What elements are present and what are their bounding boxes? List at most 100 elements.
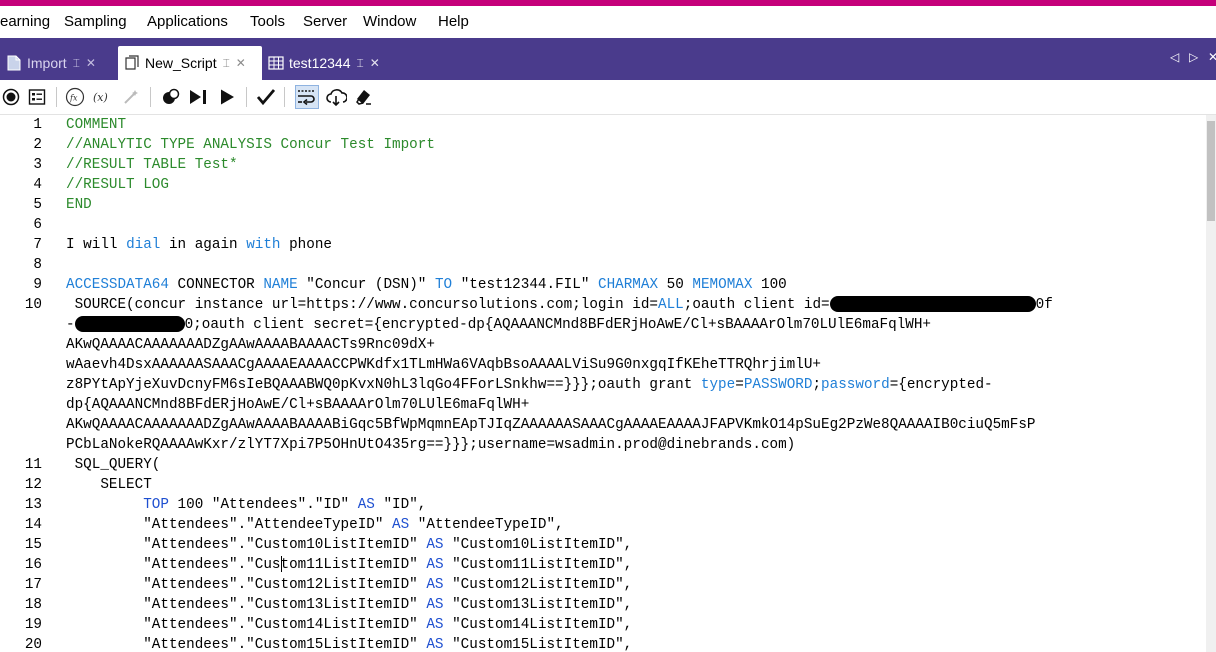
pin-icon[interactable]: ⌶ <box>357 56 364 71</box>
code-line[interactable]: 2 //ANALYTIC TYPE ANALYSIS Concur Test Im… <box>0 135 1206 155</box>
code-token: "Concur (DSN)" <box>297 277 435 293</box>
record-icon[interactable] <box>0 86 22 108</box>
script-editor[interactable]: 1 COMMENT 2 //ANALYTIC TYPE ANALYSIS Concur… <box>0 115 1206 652</box>
code-token: in again <box>160 237 247 253</box>
code-line[interactable]: 11 SQL_QUERY( <box>0 455 1206 475</box>
code-line[interactable]: z8PYtApYjeXuvDcnyFM6sIeBQAAABWQ0pKvxN0hL… <box>0 375 1206 395</box>
variable-icon[interactable]: (x) <box>92 86 114 108</box>
tab-close-all-icon[interactable]: ✕ <box>1208 50 1216 64</box>
code-token: ACCESSDATA64 <box>66 277 169 293</box>
line-number: 1 <box>33 117 42 133</box>
code-line[interactable]: 18 "Attendees"."Custom13ListItemID" AS "… <box>0 595 1206 615</box>
menu-item-server[interactable]: Server <box>303 13 347 30</box>
code-line[interactable]: 13 TOP 100 "Attendees"."ID" AS "ID", <box>0 495 1206 515</box>
code-token: "Custom15ListItemID", <box>443 637 633 652</box>
tab-test12344[interactable]: test12344 ⌶ ✕ <box>268 46 398 80</box>
code-line[interactable]: 19 "Attendees"."Custom14ListItemID" AS "… <box>0 615 1206 635</box>
code-token: PASSWORD <box>743 377 813 393</box>
step-run-icon[interactable] <box>188 86 210 108</box>
code-token: AS <box>426 617 444 633</box>
code-line[interactable]: AKwQAAAACAAAAAAADZgAAwAAAABAAAABiGqc5BfW… <box>0 415 1206 435</box>
code-token: "Attendees"."Custom10ListItemID" <box>66 537 427 553</box>
cloud-sync-icon[interactable] <box>325 86 347 108</box>
code-line[interactable]: 1 COMMENT <box>0 115 1206 135</box>
code-token: "test12344.FIL" <box>452 277 598 293</box>
tab-new-script[interactable]: New_Script ⌶ ✕ <box>118 46 262 80</box>
tab-import[interactable]: Import ⌶ ✕ <box>6 46 116 80</box>
code-line[interactable]: 14 "Attendees"."AttendeeTypeID" AS "Atte… <box>0 515 1206 535</box>
code-text: z8PYtApYjeXuvDcnyFM6sIeBQAAABWQ0pKvxN0hL… <box>66 375 993 395</box>
menu-item-sampling[interactable]: Sampling <box>64 13 127 30</box>
run-icon[interactable] <box>216 86 238 108</box>
line-number: 12 <box>24 477 42 493</box>
menu-bar: earning Sampling Applications Tools Serv… <box>0 6 1216 38</box>
code-line[interactable]: 16 "Attendees"."Custom11ListItemID" AS "… <box>0 555 1206 575</box>
code-token: - <box>66 317 75 333</box>
word-wrap-icon[interactable] <box>295 85 319 109</box>
line-number: 17 <box>24 577 42 593</box>
code-token: "Custom14ListItemID", <box>443 617 633 633</box>
code-line[interactable]: 4 //RESULT LOG <box>0 175 1206 195</box>
function-icon[interactable]: fx <box>64 86 86 108</box>
code-line[interactable]: 6 <box>0 215 1206 235</box>
code-token: END <box>66 197 92 213</box>
code-line[interactable]: 20 "Attendees"."Custom15ListItemID" AS "… <box>0 635 1206 652</box>
svg-text:(x): (x) <box>93 91 108 104</box>
close-icon[interactable]: ✕ <box>370 56 380 70</box>
code-line[interactable]: 12 SELECT <box>0 475 1206 495</box>
code-token: AKwQAAAACAAAAAAADZgAAwAAAABAAAABiGqc5BfW… <box>66 417 1036 433</box>
code-line[interactable]: - 0;oauth client secret={encrypted-dp{AQA… <box>0 315 1206 335</box>
code-text: "Attendees"."Custom10ListItemID" AS "Cus… <box>66 535 632 555</box>
code-line[interactable]: PCbLaNokeRQAAAAwKxr/zlYT7Xpi7P5OHnUtO435… <box>0 435 1206 455</box>
pin-icon[interactable]: ⌶ <box>223 56 230 71</box>
line-number: 7 <box>33 237 42 253</box>
code-token: AKwQAAAACAAAAAAADZgAAwAAAABAAAACTs9Rnc09… <box>66 337 435 353</box>
code-token: "Attendees"."Custom15ListItemID" <box>66 637 427 652</box>
scrollbar-thumb[interactable] <box>1207 121 1215 221</box>
menu-item-applications[interactable]: Applications <box>147 13 228 30</box>
code-token: //ANALYTIC TYPE ANALYSIS Concur Test Imp… <box>66 137 435 153</box>
toolbar-separator <box>246 87 247 107</box>
code-line[interactable]: wAaevh4DsxAAAAAASAAACgAAAAEAAAACCPWKdfx1… <box>0 355 1206 375</box>
line-number: 14 <box>24 517 42 533</box>
check-icon[interactable] <box>255 86 277 108</box>
menu-item-learning[interactable]: earning <box>0 13 50 30</box>
line-number: 3 <box>33 157 42 173</box>
eraser-icon[interactable] <box>353 86 375 108</box>
menu-item-tools[interactable]: Tools <box>250 13 285 30</box>
code-token: I will <box>66 237 127 253</box>
code-token: "ID", <box>374 497 427 513</box>
menu-item-window[interactable]: Window <box>363 13 416 30</box>
tab-scroll-left-icon[interactable]: ◁ <box>1170 50 1179 64</box>
code-token: "Attendees"."AttendeeTypeID" <box>66 517 393 533</box>
code-line[interactable]: 3 //RESULT TABLE Test* <box>0 155 1206 175</box>
line-number: 4 <box>33 177 42 193</box>
tab-label: test12344 <box>289 55 351 71</box>
line-number: 19 <box>24 617 42 633</box>
toolbar-separator <box>284 87 285 107</box>
code-line[interactable]: 15 "Attendees"."Custom10ListItemID" AS "… <box>0 535 1206 555</box>
properties-icon[interactable] <box>26 86 48 108</box>
close-icon[interactable]: ✕ <box>86 56 96 70</box>
code-line[interactable]: 8 <box>0 255 1206 275</box>
close-icon[interactable]: ✕ <box>236 56 246 70</box>
code-line[interactable]: 9 ACCESSDATA64 CONNECTOR NAME "Concur (DS… <box>0 275 1206 295</box>
code-line[interactable]: 17 "Attendees"."Custom12ListItemID" AS "… <box>0 575 1206 595</box>
code-line[interactable]: 5 END <box>0 195 1206 215</box>
code-text: I will dial in again with phone <box>66 235 332 255</box>
breakpoint-icon[interactable] <box>160 86 182 108</box>
code-token: ; <box>812 377 822 393</box>
vertical-scrollbar[interactable] <box>1206 115 1216 652</box>
code-token: "Custom10ListItemID", <box>443 537 633 553</box>
line-number: 6 <box>33 217 42 233</box>
code-token: 100 "Attendees"."ID" <box>168 497 358 513</box>
tab-scroll-right-icon[interactable]: ▷ <box>1189 50 1198 64</box>
code-line[interactable]: 10 SOURCE(concur instance url=https://ww… <box>0 295 1206 315</box>
code-line[interactable]: AKwQAAAACAAAAAAADZgAAwAAAABAAAACTs9Rnc09… <box>0 335 1206 355</box>
menu-item-help[interactable]: Help <box>438 13 469 30</box>
pin-icon[interactable]: ⌶ <box>73 56 80 71</box>
code-line[interactable]: dp{AQAAANCMnd8BFdERjHoAwE/Cl+sBAAAArOlm7… <box>0 395 1206 415</box>
code-token: CONNECTOR <box>168 277 264 293</box>
code-line[interactable]: 7 I will dial in again with phone <box>0 235 1206 255</box>
